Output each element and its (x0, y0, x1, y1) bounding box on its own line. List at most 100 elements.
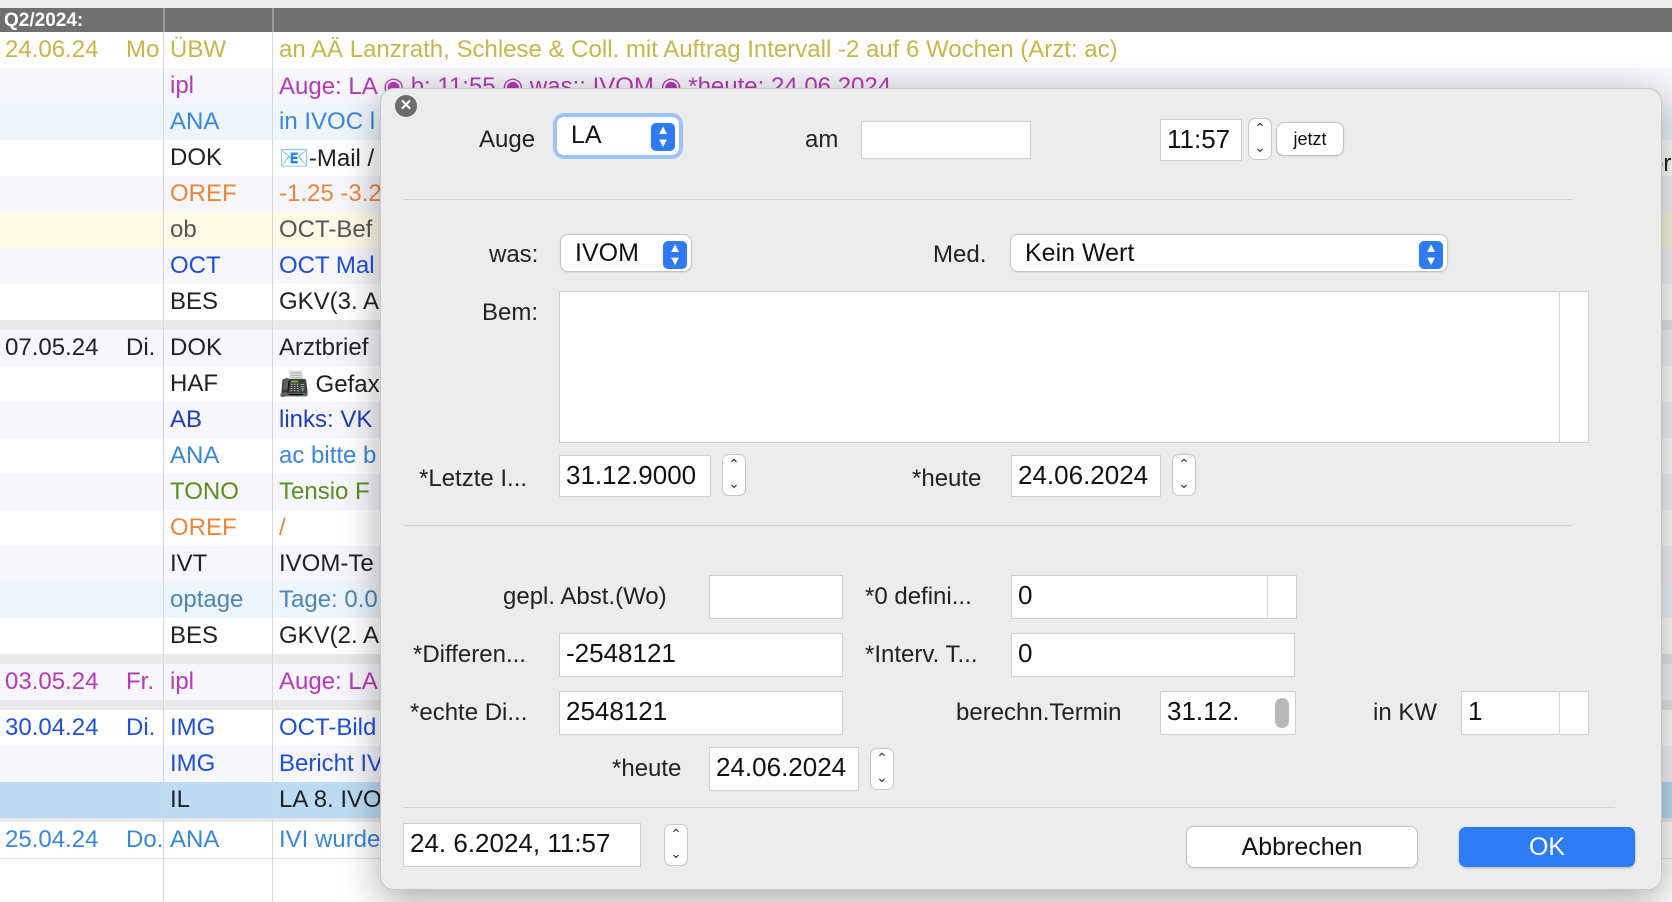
ivom-entry-dialog: ✕ Auge LA ▲ ▼ am 11:57 ⌃ ⌄ jetzt was: IVOM… (380, 88, 1662, 890)
row-date: 30.04.24 (5, 714, 99, 741)
echte-label: *echte Di... (410, 699, 528, 726)
auge-select[interactable]: LA ▲ ▼ (557, 117, 679, 155)
row-code: IMG (170, 750, 216, 777)
row-code: ob (170, 216, 197, 243)
row-date: 25.04.24 (5, 826, 99, 853)
row-text: ac bitte b (279, 442, 377, 469)
row-text: Bericht IV (279, 750, 384, 777)
gepl-label: gepl. Abst.(Wo) (503, 583, 667, 610)
row-text: Auge: LA (279, 668, 378, 695)
was-value: IVOM (575, 239, 639, 267)
row-code: BES (170, 622, 219, 649)
echte-input[interactable]: 2548121 (559, 691, 843, 735)
row-text: 📧-Mail / (279, 145, 375, 172)
med-label: Med. (933, 241, 987, 268)
heute-input[interactable]: 24.06.2024 (1011, 455, 1161, 497)
heute-stepper[interactable]: ⌃ ⌄ (1173, 455, 1195, 495)
heute-label: *heute (912, 465, 982, 492)
row-day: Di. (126, 334, 156, 361)
bem-label: Bem: (482, 299, 539, 326)
row-text: GKV(3. A (279, 288, 380, 315)
updown-arrows-icon: ▲ ▼ (663, 241, 687, 269)
kw-label: in KW (1373, 699, 1438, 726)
row-text: -1.25 -3.2 (279, 180, 382, 207)
row-code: HAF (170, 370, 218, 397)
row-code: TONO (170, 478, 239, 505)
heute2-input[interactable]: 24.06.2024 (709, 747, 859, 791)
row-code: OCT (170, 252, 221, 279)
row-text: GKV(2. A (279, 622, 380, 649)
differen-input[interactable]: -2548121 (559, 633, 843, 677)
row-text: Tensio F (279, 478, 370, 505)
row-day: Fr. (126, 668, 154, 695)
updown-arrows-icon: ▲ ▼ (1419, 241, 1443, 269)
row-text: in IVOC l (279, 108, 376, 135)
row-text: OCT-Bef (279, 216, 373, 243)
kw-value: 1 (1468, 696, 1483, 726)
datetime-input[interactable]: 24. 6.2024, 11:57 (403, 823, 641, 867)
bem-textarea[interactable] (559, 291, 1589, 443)
row-date: 07.05.24 (5, 334, 99, 361)
row-code: IVT (170, 550, 208, 577)
heute2-stepper[interactable]: ⌃ ⌄ (871, 749, 893, 789)
textarea-scrollbar (1559, 292, 1560, 442)
differen-label: *Differen... (413, 641, 526, 668)
row-text: OCT Mal (279, 252, 375, 279)
ok-button[interactable]: OK (1459, 827, 1635, 867)
defini-label: *0 defini... (865, 583, 972, 610)
row-day: Do. (126, 826, 164, 853)
kw-input[interactable]: 1 (1461, 691, 1589, 735)
table-row[interactable]: 24.06.24 Mo ÜBW an AÄ Lanzrath, Schlese & C… (0, 32, 1672, 69)
row-code: ANA (170, 442, 220, 469)
am-input[interactable] (861, 121, 1031, 159)
interv-input[interactable]: 0 (1011, 633, 1295, 677)
was-select[interactable]: IVOM ▲ ▼ (561, 235, 691, 271)
med-value: Kein Wert (1025, 239, 1135, 267)
separator (403, 807, 1615, 808)
gepl-input[interactable] (709, 575, 843, 619)
row-text: Arztbrief (279, 334, 369, 361)
med-select[interactable]: Kein Wert ▲ ▼ (1011, 235, 1447, 271)
am-label: am (805, 126, 839, 153)
close-icon[interactable]: ✕ (395, 95, 417, 117)
row-text: IVOM-Te (279, 550, 374, 577)
field-scroll-knob[interactable] (1275, 698, 1289, 728)
row-code: IL (170, 786, 191, 813)
cancel-button[interactable]: Abbrechen (1187, 827, 1417, 867)
datetime-stepper[interactable]: ⌃ ⌄ (665, 825, 687, 865)
row-code: BES (170, 288, 219, 315)
updown-arrows-icon: ▲ ▼ (651, 123, 675, 151)
row-day: Di. (126, 714, 156, 741)
letzte-stepper[interactable]: ⌃ ⌄ (723, 455, 745, 495)
header-divider (272, 8, 274, 32)
row-code: ipl (170, 668, 195, 695)
row-code: OREF (170, 514, 237, 541)
letzte-input[interactable]: 31.12.9000 (559, 455, 711, 497)
row-day: Mo (126, 36, 160, 63)
field-divider (1559, 692, 1560, 734)
column-divider (272, 32, 273, 902)
row-text: an AÄ Lanzrath, Schlese & Coll. mit Auft… (279, 36, 1118, 63)
row-text: links: VK (279, 406, 373, 433)
letzte-label: *Letzte I... (419, 465, 528, 492)
berechn-input[interactable]: 31.12. (1160, 691, 1296, 735)
time-stepper[interactable]: ⌃ ⌄ (1249, 119, 1271, 159)
top-strip (0, 0, 1672, 8)
row-code: AB (170, 406, 203, 433)
row-date: 03.05.24 (5, 668, 99, 695)
row-text: LA 8. IVO (279, 786, 382, 813)
row-code: DOK (170, 334, 223, 361)
row-date: 24.06.24 (5, 36, 99, 63)
was-label: was: (489, 241, 539, 268)
interv-label: *Interv. T... (865, 641, 978, 668)
quarter-header: Q2/2024: (0, 8, 1672, 32)
time-input[interactable]: 11:57 (1160, 119, 1242, 161)
row-text: / (279, 514, 286, 541)
jetzt-button[interactable]: jetzt (1277, 123, 1343, 155)
auge-value: LA (571, 121, 602, 149)
row-text: 📠 Gefax (279, 371, 380, 398)
defini-input[interactable]: 0 (1011, 575, 1297, 619)
auge-label: Auge (479, 126, 536, 153)
row-code: DOK (170, 144, 223, 171)
row-code: IMG (170, 714, 216, 741)
